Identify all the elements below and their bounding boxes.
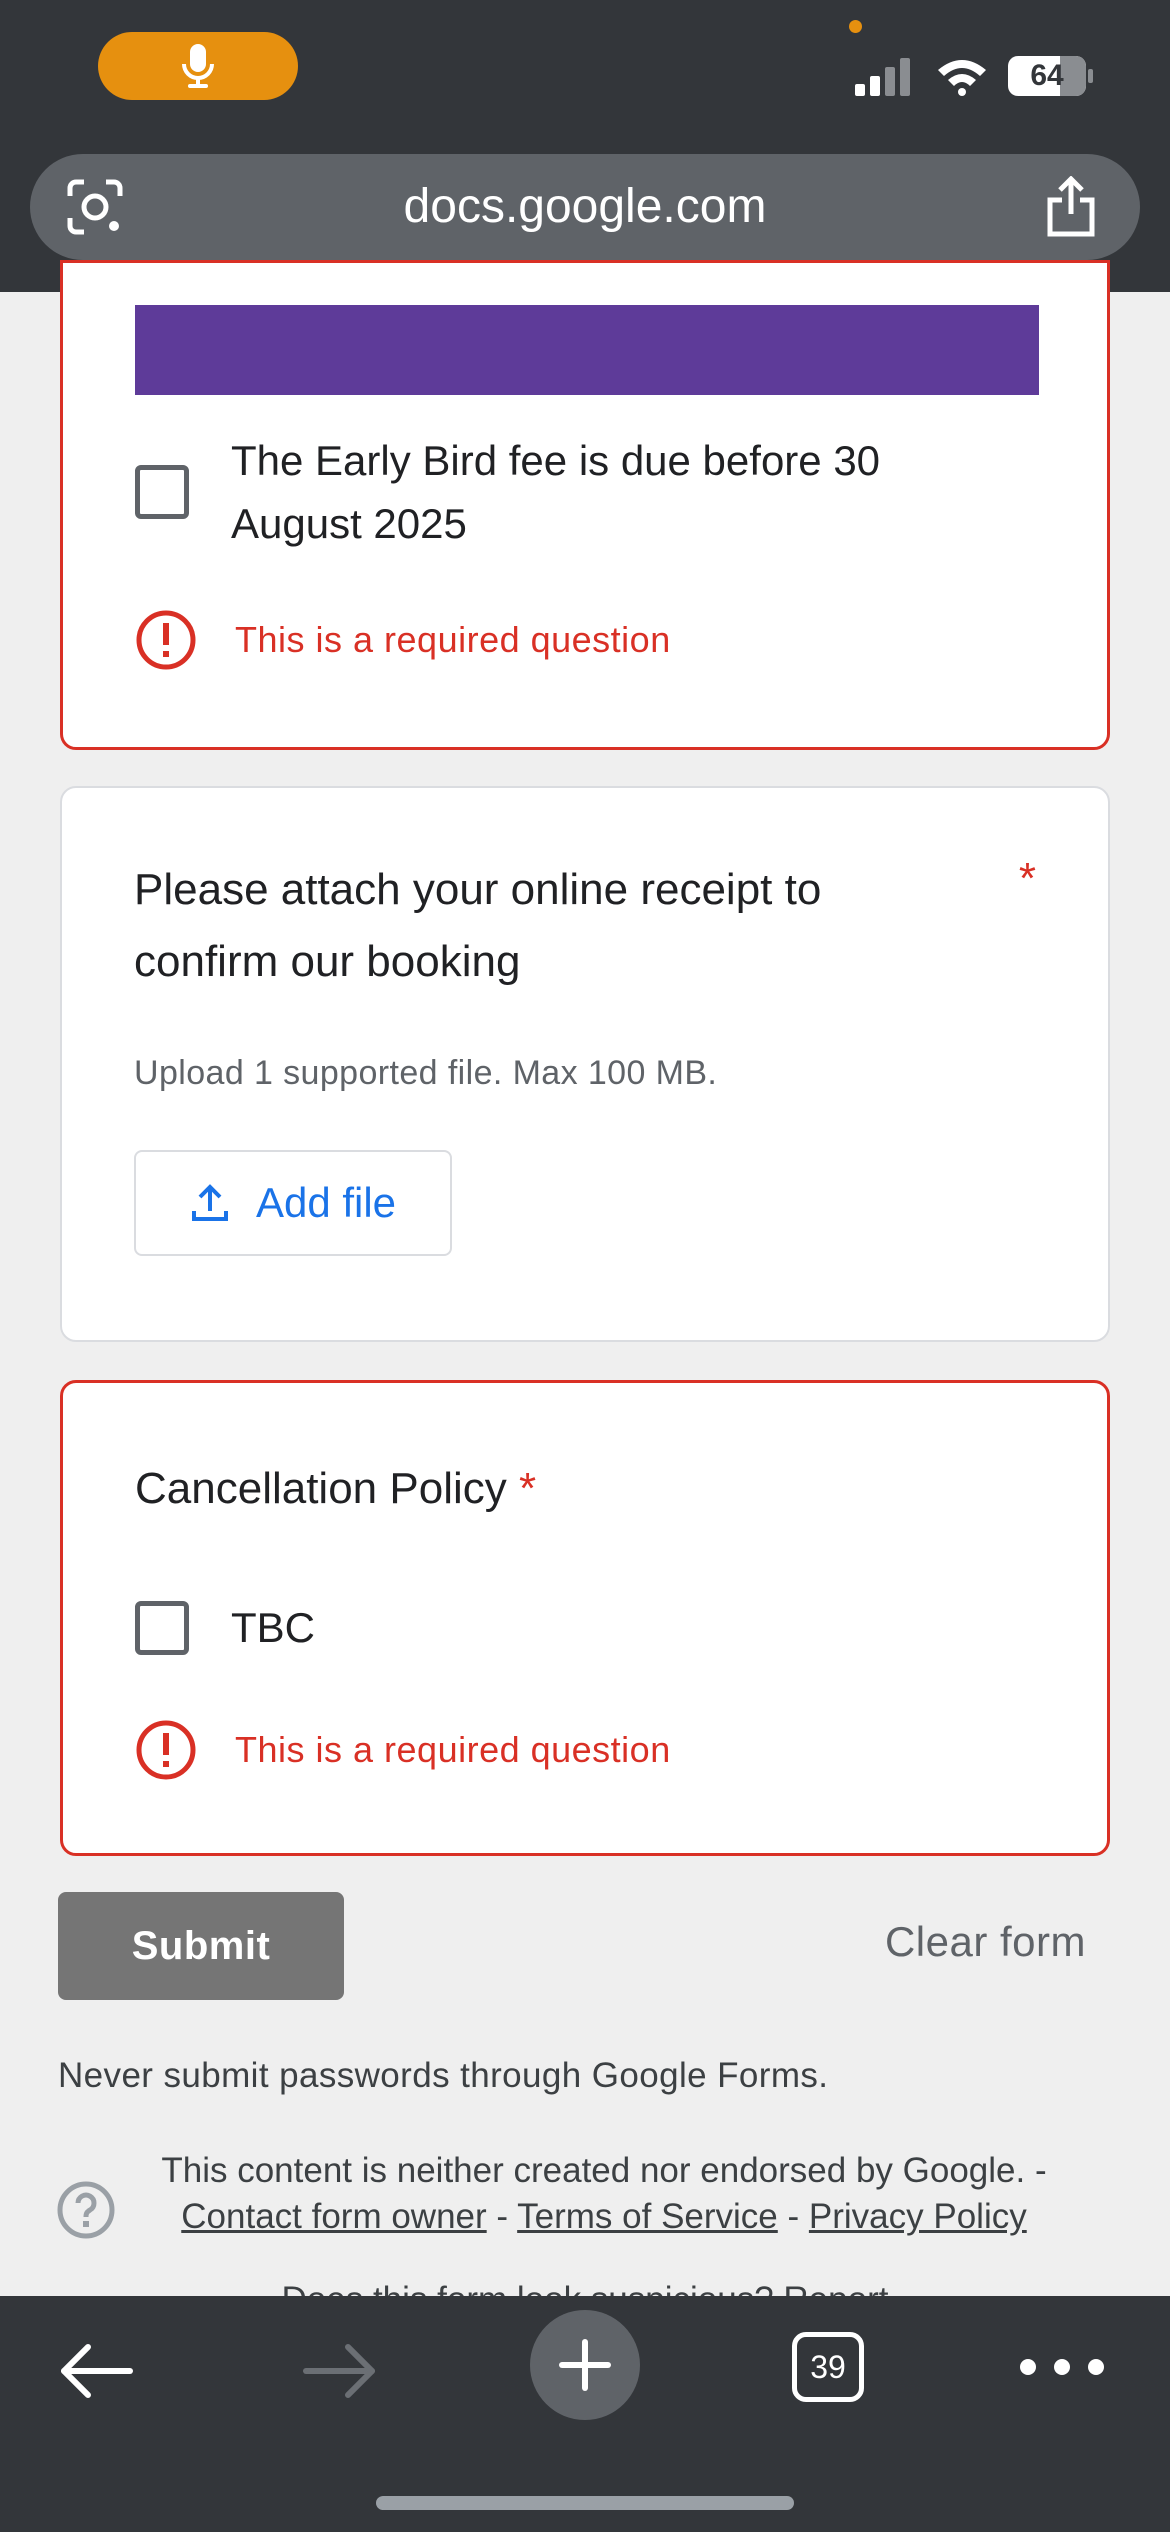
privacy-indicator-dot xyxy=(849,20,862,33)
error-message: This is a required question xyxy=(235,619,671,660)
browser-top-bar: 64 docs.google.com xyxy=(0,0,1170,292)
terms-link[interactable]: Terms of Service xyxy=(517,2197,778,2236)
upload-hint: Upload 1 supported file. Max 100 MB. xyxy=(134,1054,718,1092)
password-warning: Never submit passwords through Google Fo… xyxy=(58,2056,829,2095)
disclaimer-text: This content is neither created nor endo… xyxy=(161,2151,1047,2190)
separator: - xyxy=(486,2197,518,2236)
new-tab-button[interactable] xyxy=(530,2310,640,2420)
share-icon[interactable] xyxy=(1042,176,1100,238)
add-file-label: Add file xyxy=(255,1179,397,1226)
early-bird-option-label: The Early Bird fee is due before 30 Augu… xyxy=(231,437,881,547)
question-card-receipt: Please attach your online receipt to con… xyxy=(60,786,1110,1342)
cellular-signal-icon xyxy=(855,58,910,96)
upload-icon xyxy=(191,1184,228,1221)
plus-icon xyxy=(559,2339,611,2391)
home-indicator[interactable] xyxy=(376,2496,794,2510)
wifi-icon xyxy=(938,60,986,96)
address-bar[interactable]: docs.google.com xyxy=(30,154,1140,260)
more-options-icon[interactable] xyxy=(1012,2342,1112,2392)
add-file-button[interactable]: Add file xyxy=(134,1150,452,1256)
microphone-active-pill[interactable] xyxy=(98,32,298,100)
tbc-checkbox[interactable] xyxy=(135,1601,189,1655)
cancellation-title-text: Cancellation Policy xyxy=(135,1464,507,1513)
cancellation-question-title: Cancellation Policy * xyxy=(135,1453,536,1525)
privacy-link[interactable]: Privacy Policy xyxy=(809,2197,1027,2236)
clear-form-button[interactable]: Clear form xyxy=(885,1918,1086,1966)
question-card-early-bird: The Early Bird fee is due before 30 Augu… xyxy=(60,260,1110,750)
question-card-cancellation: Cancellation Policy * TBC This is a requ… xyxy=(60,1380,1110,1856)
error-message: This is a required question xyxy=(235,1729,671,1770)
microphone-icon xyxy=(182,44,214,88)
required-asterisk: * xyxy=(518,1464,537,1513)
tbc-option-label: TBC xyxy=(231,1604,315,1651)
tab-switcher-button[interactable]: 39 xyxy=(792,2332,864,2402)
error-icon xyxy=(136,1720,196,1780)
submit-button[interactable]: Submit xyxy=(58,1892,344,2000)
early-bird-checkbox[interactable] xyxy=(135,465,189,519)
forward-arrow-icon[interactable] xyxy=(300,2336,380,2406)
battery-indicator: 64 xyxy=(1008,56,1094,96)
early-bird-error: This is a required question xyxy=(135,609,671,671)
separator: - xyxy=(777,2197,809,2236)
required-asterisk: * xyxy=(1018,854,1036,903)
receipt-question-title: Please attach your online receipt to con… xyxy=(134,865,822,986)
back-arrow-icon[interactable] xyxy=(56,2336,136,2406)
battery-level: 64 xyxy=(1030,59,1064,92)
help-icon[interactable] xyxy=(56,2180,116,2240)
url-domain[interactable]: docs.google.com xyxy=(30,154,1140,260)
footer-disclaimer: This content is neither created nor endo… xyxy=(134,2148,1074,2240)
section-header-bar xyxy=(135,305,1039,395)
contact-owner-link[interactable]: Contact form owner xyxy=(181,2197,486,2236)
error-icon xyxy=(136,610,196,670)
cancellation-error: This is a required question xyxy=(135,1719,671,1781)
